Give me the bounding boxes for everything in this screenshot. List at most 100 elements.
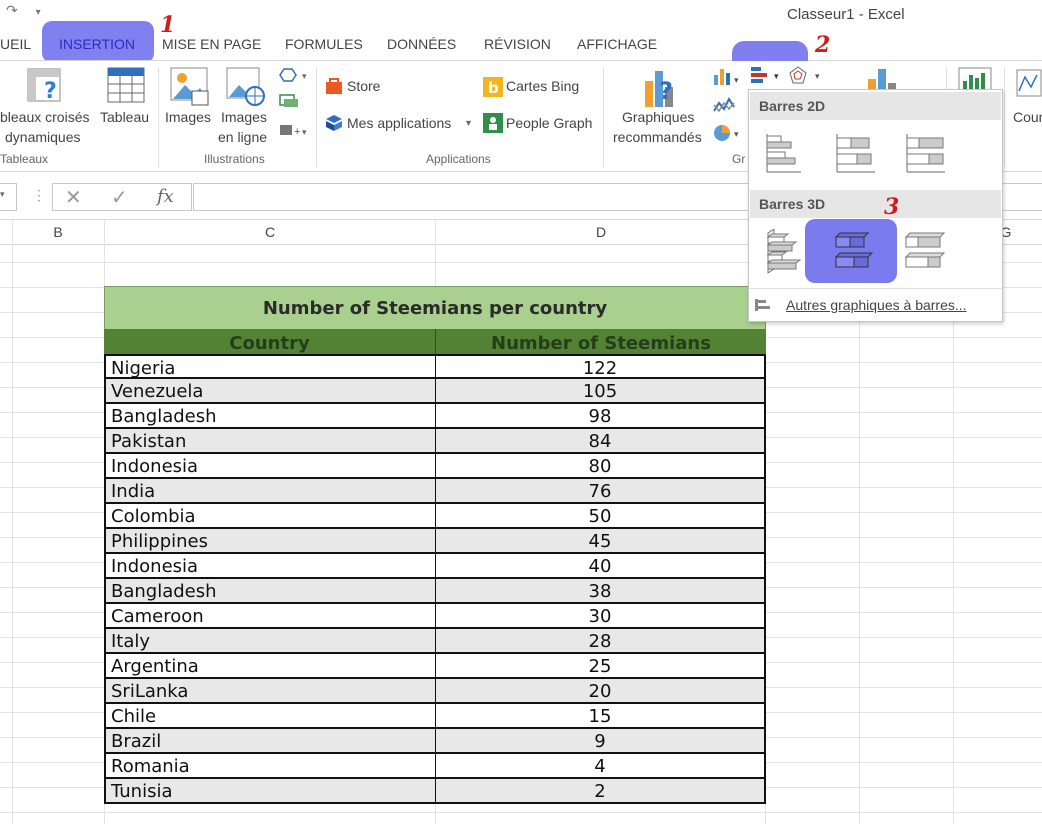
- cancel-icon[interactable]: ✕: [65, 185, 82, 210]
- table-row: Bangladesh 38: [104, 579, 766, 604]
- cell-country[interactable]: Italy: [104, 629, 436, 654]
- pivot-tables-label-2[interactable]: dynamiques: [5, 127, 81, 147]
- pivot-table-icon[interactable]: ?: [26, 67, 64, 107]
- column-header-b[interactable]: B: [12, 224, 104, 240]
- my-apps-dropdown-icon[interactable]: ▾: [466, 114, 471, 134]
- my-apps-icon[interactable]: [325, 114, 343, 132]
- cell-country[interactable]: Brazil: [104, 729, 436, 754]
- table-row: SriLanka 20: [104, 679, 766, 704]
- cell-country[interactable]: Cameroon: [104, 604, 436, 629]
- cell-steemians[interactable]: 40: [435, 554, 766, 579]
- cell-country[interactable]: Bangladesh: [104, 579, 436, 604]
- cell-steemians[interactable]: 4: [435, 754, 766, 779]
- recommended-charts-icon[interactable]: ?: [641, 67, 681, 109]
- cell-country[interactable]: Indonesia: [104, 554, 436, 579]
- enter-icon[interactable]: ✓: [111, 185, 128, 210]
- cell-steemians[interactable]: 80: [435, 454, 766, 479]
- cell-country[interactable]: Tunisia: [104, 779, 436, 804]
- cell-country[interactable]: Romania: [104, 754, 436, 779]
- cell-country[interactable]: Bangladesh: [104, 404, 436, 429]
- stacked-100-bar-3d-icon[interactable]: [900, 229, 960, 279]
- pivot-tables-label-1[interactable]: bleaux croisés: [0, 107, 90, 127]
- bar-chart-icon[interactable]: ▾: [748, 65, 786, 87]
- column-line-pie-chart-icons[interactable]: ▾ ▾: [712, 67, 748, 147]
- formula-buttons: ✕ ✓ fx: [52, 183, 192, 211]
- cell-country[interactable]: Chile: [104, 704, 436, 729]
- cell-steemians[interactable]: 25: [435, 654, 766, 679]
- tab-donnees[interactable]: DONNÉES: [387, 36, 456, 52]
- redo-icon[interactable]: ↷: [6, 2, 18, 18]
- stacked-bar-2d-icon[interactable]: [831, 130, 891, 180]
- stacked-100-bar-2d-icon[interactable]: [901, 130, 961, 180]
- tab-mise-en-page[interactable]: MISE EN PAGE: [162, 36, 261, 52]
- my-apps-label[interactable]: Mes applications: [347, 113, 451, 133]
- cell-steemians[interactable]: 15: [435, 704, 766, 729]
- bing-maps-icon[interactable]: b: [483, 77, 503, 97]
- header-number[interactable]: Number of Steemians: [436, 329, 766, 354]
- cell-steemians[interactable]: 38: [435, 579, 766, 604]
- insert-function-icon[interactable]: fx: [157, 186, 174, 207]
- column-header-c[interactable]: C: [105, 224, 435, 240]
- stacked-bar-3d-icon[interactable]: [830, 229, 890, 279]
- name-box-dropdown-icon[interactable]: ▾: [0, 189, 5, 200]
- online-images-label-1[interactable]: Images: [221, 107, 267, 127]
- tableau-label[interactable]: Tableau: [100, 107, 149, 127]
- people-graph-icon[interactable]: [483, 113, 503, 133]
- cell-steemians[interactable]: 76: [435, 479, 766, 504]
- cell-steemians[interactable]: 30: [435, 604, 766, 629]
- online-images-label-2[interactable]: en ligne: [218, 127, 267, 147]
- more-bar-charts-link[interactable]: Autres graphiques à barres...: [786, 297, 967, 313]
- name-box[interactable]: ▾: [0, 183, 17, 211]
- images-label[interactable]: Images: [165, 107, 211, 127]
- clustered-bar-2d-icon[interactable]: [761, 130, 821, 180]
- bing-maps-label[interactable]: Cartes Bing: [506, 76, 579, 96]
- store-label[interactable]: Store: [347, 76, 380, 96]
- shapes-smartart-screenshot-icons[interactable]: ▾ + ▾: [276, 65, 310, 141]
- cell-steemians[interactable]: 2: [435, 779, 766, 804]
- cell-country[interactable]: Argentina: [104, 654, 436, 679]
- header-country[interactable]: Country: [104, 329, 436, 354]
- cell-steemians[interactable]: 28: [435, 629, 766, 654]
- radar-chart-icon[interactable]: ▾: [788, 65, 824, 87]
- images-icon[interactable]: [170, 67, 210, 107]
- online-images-icon[interactable]: [226, 67, 266, 107]
- cell-country[interactable]: Colombia: [104, 504, 436, 529]
- more-bar-charts-icon[interactable]: [754, 298, 772, 312]
- table-icon[interactable]: [107, 67, 145, 105]
- tab-formules[interactable]: FORMULES: [285, 36, 363, 52]
- sparkline-line-label[interactable]: Cour: [1013, 107, 1042, 127]
- cell-country[interactable]: Venezuela: [104, 379, 436, 404]
- cell-country[interactable]: Nigeria: [104, 354, 436, 379]
- cell-steemians[interactable]: 105: [435, 379, 766, 404]
- svg-text:▾: ▾: [815, 71, 820, 81]
- tab-affichage[interactable]: AFFICHAGE: [577, 36, 657, 52]
- column-header-d[interactable]: D: [436, 224, 766, 240]
- dropdown-divider: [749, 288, 1002, 289]
- sparkline-line-icon[interactable]: [1016, 69, 1042, 99]
- cell-steemians[interactable]: 9: [435, 729, 766, 754]
- cell-country[interactable]: India: [104, 479, 436, 504]
- cell-steemians[interactable]: 50: [435, 504, 766, 529]
- cell-country[interactable]: SriLanka: [104, 679, 436, 704]
- cell-country[interactable]: Indonesia: [104, 454, 436, 479]
- tab-accueil[interactable]: UEIL: [0, 36, 31, 52]
- people-graph-label[interactable]: People Graph: [506, 113, 592, 133]
- cell-steemians[interactable]: 45: [435, 529, 766, 554]
- customize-qat-icon[interactable]: ▾: [36, 7, 41, 18]
- quick-access-toolbar[interactable]: ↷ ▾: [6, 2, 41, 19]
- cell-steemians[interactable]: 20: [435, 679, 766, 704]
- cell-country[interactable]: Philippines: [104, 529, 436, 554]
- store-icon[interactable]: [325, 77, 343, 95]
- tab-insertion[interactable]: INSERTION: [59, 36, 135, 52]
- recommended-charts-label-2[interactable]: recommandés: [613, 127, 702, 147]
- table-title[interactable]: Number of Steemians per country: [104, 286, 766, 330]
- cell-country[interactable]: Pakistan: [104, 429, 436, 454]
- formula-bar-grip-icon: ⋮: [32, 187, 46, 203]
- clustered-bar-3d-icon[interactable]: [762, 229, 822, 279]
- recommended-charts-label-1[interactable]: Graphiques: [622, 107, 694, 127]
- cell-steemians[interactable]: 122: [435, 354, 766, 379]
- table-row: India 76: [104, 479, 766, 504]
- tab-revision[interactable]: RÉVISION: [484, 36, 551, 52]
- cell-steemians[interactable]: 98: [435, 404, 766, 429]
- cell-steemians[interactable]: 84: [435, 429, 766, 454]
